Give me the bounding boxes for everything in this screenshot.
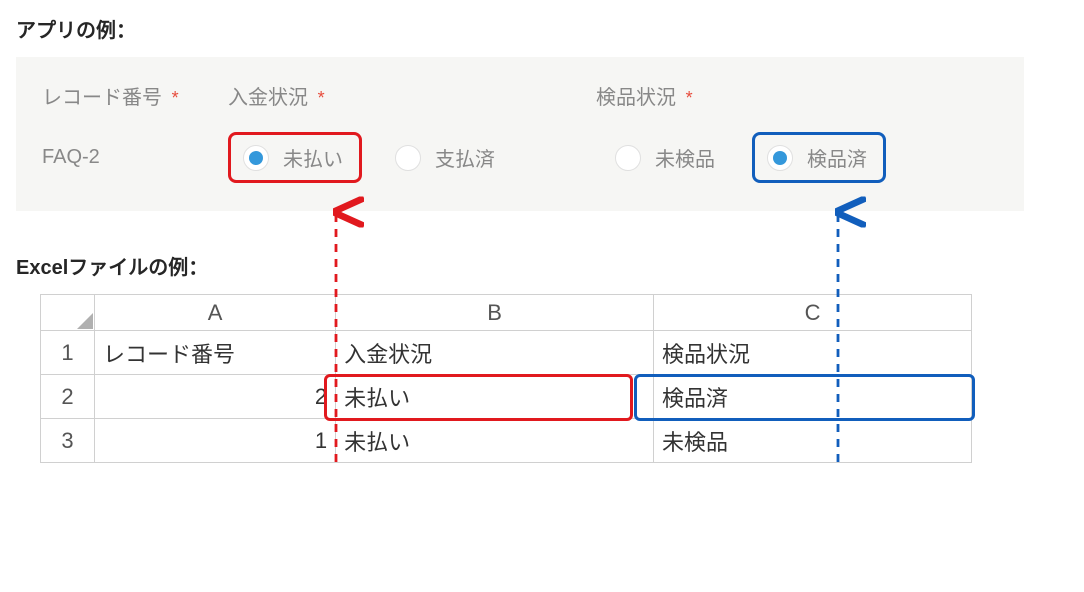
radio-circle-icon — [395, 145, 421, 171]
excel-cell-b1[interactable]: 入金状況 — [336, 331, 654, 375]
excel-cell-a1[interactable]: レコード番号 — [95, 331, 336, 375]
radio-circle-icon — [767, 145, 793, 171]
excel-row-header-2[interactable]: 2 — [41, 375, 95, 419]
excel-cell-c3[interactable]: 未検品 — [654, 419, 972, 463]
excel-table: A B C 1 レコード番号 入金状況 検品状況 2 2 未払い 検品済 3 1… — [40, 294, 972, 463]
record-number-label: レコード番号 * — [42, 81, 228, 110]
excel-cell-b2[interactable]: 未払い — [336, 375, 654, 419]
payment-status-label: 入金状況 * — [228, 81, 596, 110]
radio-label: 検品済 — [807, 143, 867, 172]
required-mark-icon: * — [172, 88, 179, 108]
radio-circle-icon — [615, 145, 641, 171]
record-number-value: FAQ-2 — [42, 146, 228, 169]
radio-option-uninspected[interactable]: 未検品 — [600, 132, 734, 183]
payment-status-label-text: 入金状況 — [228, 87, 308, 109]
excel-column-header-a[interactable]: A — [95, 295, 336, 331]
radio-label: 未検品 — [655, 143, 715, 172]
excel-row-header-1[interactable]: 1 — [41, 331, 95, 375]
excel-column-header-b[interactable]: B — [336, 295, 654, 331]
inspection-status-label-text: 検品状況 — [596, 87, 676, 109]
record-number-label-text: レコード番号 — [42, 87, 162, 109]
excel-cell-c2[interactable]: 検品済 — [654, 375, 972, 419]
radio-option-paid[interactable]: 支払済 — [380, 132, 514, 183]
excel-example-heading: Excelファイルの例： — [16, 251, 1068, 280]
radio-label: 未払い — [283, 143, 343, 172]
required-mark-icon: * — [686, 88, 693, 108]
radio-option-unpaid[interactable]: 未払い — [228, 132, 362, 183]
excel-select-all-corner[interactable] — [41, 295, 95, 331]
excel-row-header-3[interactable]: 3 — [41, 419, 95, 463]
radio-option-inspected[interactable]: 検品済 — [752, 132, 886, 183]
inspection-radio-group: 未検品 検品済 — [600, 132, 886, 183]
radio-label: 支払済 — [435, 143, 495, 172]
excel-cell-c1[interactable]: 検品状況 — [654, 331, 972, 375]
excel-cell-a2[interactable]: 2 — [95, 375, 336, 419]
app-form-panel: レコード番号 * 入金状況 * 検品状況 * FAQ-2 未払い 支払済 — [16, 57, 1024, 211]
required-mark-icon: * — [318, 88, 325, 108]
app-example-heading: アプリの例： — [16, 14, 1068, 43]
excel-corner-triangle-icon — [77, 313, 93, 329]
excel-cell-b3[interactable]: 未払い — [336, 419, 654, 463]
excel-column-header-c[interactable]: C — [654, 295, 972, 331]
excel-cell-a3[interactable]: 1 — [95, 419, 336, 463]
inspection-status-label: 検品状況 * — [596, 81, 693, 110]
radio-circle-icon — [243, 145, 269, 171]
payment-radio-group: 未払い 支払済 — [228, 132, 600, 183]
